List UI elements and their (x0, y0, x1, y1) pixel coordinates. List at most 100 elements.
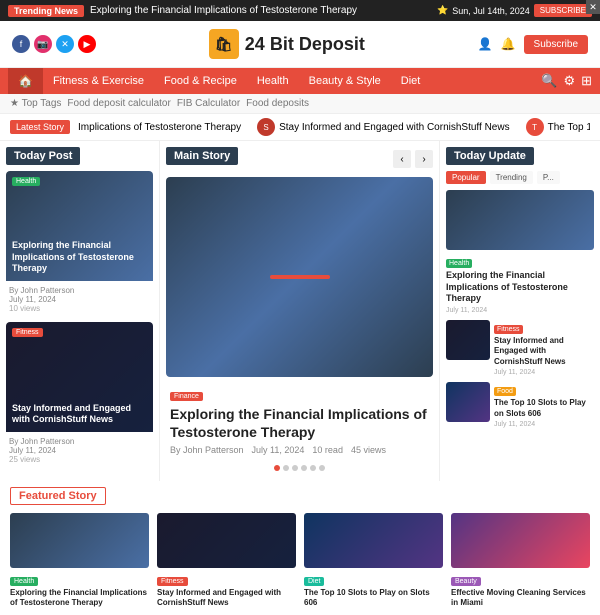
featured-grid: Health Exploring the Financial Implicati… (10, 513, 590, 609)
youtube-icon[interactable]: ▶ (78, 35, 96, 53)
prev-arrow[interactable]: ‹ (393, 150, 411, 168)
latest-item-1[interactable]: S Stay Informed and Engaged with Cornish… (257, 118, 510, 136)
logo[interactable]: 🛍 24 Bit Deposit (209, 29, 365, 59)
tab-trending[interactable]: Trending (490, 171, 533, 184)
nav-beauty[interactable]: Beauty & Style (299, 69, 391, 93)
nav-diet[interactable]: Diet (391, 69, 431, 93)
update-category-1: Fitness (494, 325, 523, 334)
featured-image-2 (304, 513, 443, 568)
post-meta-0: By John Patterson July 11, 2024 (9, 286, 150, 304)
latest-text-2: The Top 10 Slots to Play on Slots (548, 122, 590, 133)
tab-popular[interactable]: Popular (446, 171, 486, 184)
logo-icon: 🛍 (209, 29, 239, 59)
tab-more[interactable]: P... (537, 171, 560, 184)
facebook-icon[interactable]: f (12, 35, 30, 53)
dot-2[interactable] (292, 465, 298, 471)
main-nav: 🏠 Fitness & Exercise Food & Recipe Healt… (0, 68, 600, 94)
search-icon[interactable]: 🔍 (541, 73, 557, 89)
update-item-1[interactable]: Fitness Stay Informed and Engaged with C… (446, 320, 594, 376)
update-featured-image (446, 190, 594, 250)
main-story-header: Main Story ‹ › (166, 147, 433, 171)
social-icons: f 📷 ✕ ▶ (12, 35, 96, 53)
featured-item-2[interactable]: Diet The Top 10 Slots to Play on Slots 6… (304, 513, 443, 609)
today-post-column: Today Post Health Exploring the Financia… (0, 141, 160, 481)
update-text-2: Food The Top 10 Slots to Play on Slots 6… (494, 382, 594, 428)
update-item-featured[interactable]: Health Exploring the Financial Implicati… (446, 190, 594, 314)
carousel-dots (166, 465, 433, 471)
main-story-image (166, 177, 433, 377)
update-featured-category: Health (446, 259, 472, 268)
featured-category-3: Beauty (451, 577, 481, 586)
latest-item-2[interactable]: T The Top 10 Slots to Play on Slots (526, 118, 590, 136)
twitter-icon[interactable]: ✕ (56, 35, 74, 53)
update-title-1: Stay Informed and Engaged with CornishSt… (494, 336, 594, 367)
nav-food[interactable]: Food & Recipe (154, 69, 247, 93)
nav-health[interactable]: Health (247, 69, 299, 93)
main-content: Today Post Health Exploring the Financia… (0, 141, 600, 481)
featured-title-0: Exploring the Financial Implications of … (10, 588, 149, 609)
tag-fib-calculator[interactable]: FIB Calculator (177, 98, 240, 109)
featured-category-2: Diet (304, 577, 324, 586)
update-image-1 (446, 320, 490, 360)
featured-item-1[interactable]: Fitness Stay Informed and Engaged with C… (157, 513, 296, 609)
post-meta-1: By John Patterson July 11, 2024 (9, 437, 150, 455)
next-arrow[interactable]: › (415, 150, 433, 168)
loading-bar (270, 275, 330, 279)
latest-avatar-1: S (257, 118, 275, 136)
update-text-1: Fitness Stay Informed and Engaged with C… (494, 320, 594, 376)
main-story-column: Main Story ‹ › Finance Exploring the Fin… (160, 141, 440, 481)
dot-3[interactable] (301, 465, 307, 471)
post-card-0[interactable]: Health Exploring the Financial Implicati… (6, 171, 153, 316)
subscribe-small-button[interactable]: SUBSCRIBE (534, 4, 592, 17)
main-story-nav: ‹ › (393, 150, 433, 168)
update-featured-title: Exploring the Financial Implications of … (446, 270, 594, 305)
latest-items: Implications of Testosterone Therapy S S… (78, 118, 590, 136)
featured-image-1 (157, 513, 296, 568)
settings-icon[interactable]: ⚙ (563, 73, 575, 89)
latest-bar: Latest Story Implications of Testosteron… (0, 114, 600, 141)
post-title-1: Stay Informed and Engaged with CornishSt… (12, 403, 147, 426)
today-post-header: Today Post (6, 147, 80, 165)
post-title-0: Exploring the Financial Implications of … (12, 240, 147, 275)
dot-1[interactable] (283, 465, 289, 471)
dot-4[interactable] (310, 465, 316, 471)
trending-bar: Trending News Exploring the Financial Im… (0, 0, 600, 21)
nav-fitness[interactable]: Fitness & Exercise (43, 69, 154, 93)
featured-header: Featured Story (10, 487, 106, 505)
update-item-2[interactable]: Food The Top 10 Slots to Play on Slots 6… (446, 382, 594, 428)
post-card-1[interactable]: Fitness Stay Informed and Engaged with C… (6, 322, 153, 467)
dot-5[interactable] (319, 465, 325, 471)
trending-tag: Trending News (8, 5, 84, 17)
latest-text-1: Stay Informed and Engaged with CornishSt… (279, 122, 510, 133)
user-icon[interactable]: 👤 (478, 37, 493, 51)
post-category-0: Health (12, 177, 40, 186)
featured-item-3[interactable]: Beauty Effective Moving Cleaning Service… (451, 513, 590, 609)
subscribe-button[interactable]: Subscribe (524, 35, 588, 54)
latest-text-0: Implications of Testosterone Therapy (78, 122, 241, 133)
today-update-column: Today Update Popular Trending P... Healt… (440, 141, 600, 481)
tag-food-calculator[interactable]: Food deposit calculator (67, 98, 170, 109)
update-tabs: Popular Trending P... (446, 171, 594, 184)
nav-home[interactable]: 🏠 (8, 68, 43, 94)
main-story-title: Exploring the Financial Implications of … (170, 405, 429, 441)
grid-icon[interactable]: ⊞ (581, 73, 592, 89)
featured-category-0: Health (10, 577, 38, 586)
featured-category-1: Fitness (157, 577, 188, 586)
main-story-label: Main Story (166, 147, 238, 165)
tag-food-deposits[interactable]: Food deposits (246, 98, 309, 109)
latest-item-0[interactable]: Implications of Testosterone Therapy (78, 122, 241, 133)
update-featured-date: July 11, 2024 (446, 307, 594, 314)
close-trending-button[interactable]: ✕ (586, 0, 600, 14)
main-story-meta: By John Patterson July 11, 2024 10 read … (170, 445, 429, 455)
update-category-2: Food (494, 387, 516, 396)
post-views-1: 25 views (9, 455, 150, 464)
header: f 📷 ✕ ▶ 🛍 24 Bit Deposit 👤 🔔 Subscribe (0, 21, 600, 68)
header-right: 👤 🔔 Subscribe (478, 35, 588, 54)
dot-0[interactable] (274, 465, 280, 471)
featured-image-0 (10, 513, 149, 568)
featured-item-0[interactable]: Health Exploring the Financial Implicati… (10, 513, 149, 609)
instagram-icon[interactable]: 📷 (34, 35, 52, 53)
update-image-2 (446, 382, 490, 422)
bell-icon[interactable]: 🔔 (501, 37, 516, 51)
featured-image-3 (451, 513, 590, 568)
